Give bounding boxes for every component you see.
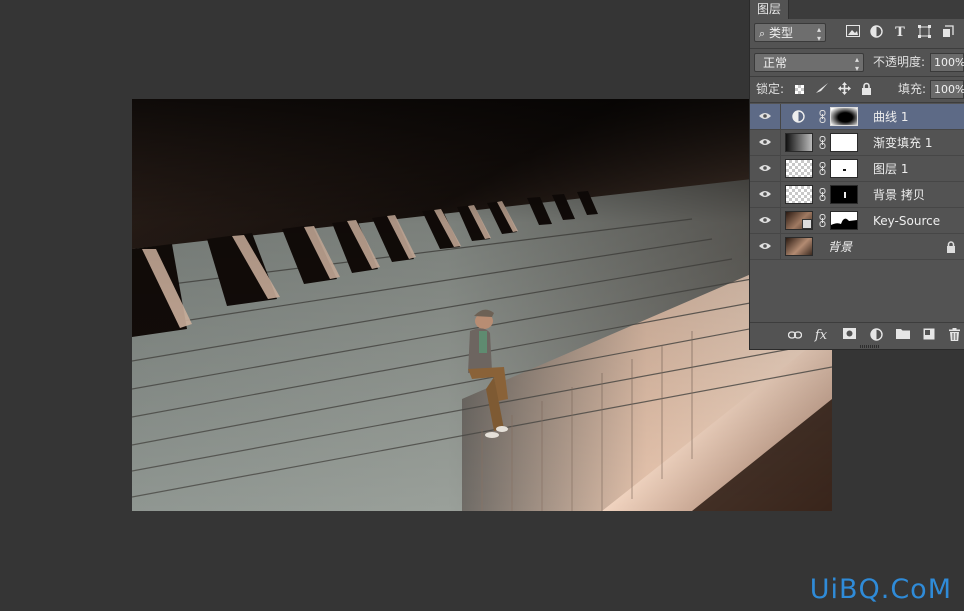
- panel-tabbar: 图层: [750, 0, 964, 19]
- layer-mask-thumbnail[interactable]: [830, 107, 858, 126]
- layer-name[interactable]: Key-Source: [873, 208, 940, 234]
- layers-panel: 图层 ⌕ 类型 ▴ ▾ T 正常 ▴ ▾ 不透明度: 100% 锁定: 填充: …: [749, 0, 964, 350]
- divider: [750, 102, 964, 103]
- document-canvas[interactable]: [132, 99, 832, 511]
- link-chain-icon[interactable]: [819, 214, 826, 227]
- layer-name[interactable]: 曲线 1: [873, 104, 908, 130]
- layer-row-gradient-fill[interactable]: 渐变填充 1: [750, 130, 964, 156]
- opacity-field[interactable]: 100%: [930, 53, 964, 72]
- layer-row-curves[interactable]: 曲线 1: [750, 104, 964, 130]
- search-icon: ⌕: [759, 27, 766, 40]
- opacity-label: 不透明度:: [873, 55, 926, 69]
- lock-all-icon[interactable]: [858, 82, 874, 98]
- layer-mask-thumbnail[interactable]: [830, 159, 858, 178]
- panel-footer: fx: [750, 322, 964, 349]
- image-filter-icon[interactable]: [845, 25, 861, 41]
- resize-grip[interactable]: [860, 345, 880, 348]
- add-mask-icon[interactable]: [841, 328, 857, 344]
- link-chain-icon[interactable]: [819, 110, 826, 123]
- link-chain-icon[interactable]: [819, 162, 826, 175]
- lock-icon: [947, 241, 955, 253]
- layer-mask-thumbnail[interactable]: [830, 185, 858, 204]
- layer-row-background[interactable]: 背景: [750, 234, 964, 260]
- lock-move-icon[interactable]: [836, 82, 852, 98]
- eye-icon: [759, 217, 771, 223]
- piano-photo: [132, 99, 832, 511]
- lock-row: 锁定: 填充: 100%: [750, 77, 964, 102]
- eye-icon: [759, 113, 771, 119]
- layer-thumbnail[interactable]: [785, 211, 813, 230]
- mask-shape: [831, 218, 857, 229]
- new-group-icon[interactable]: [895, 328, 911, 344]
- link-layers-icon[interactable]: [787, 328, 803, 344]
- layer-name[interactable]: 背景 拷贝: [873, 182, 925, 208]
- visibility-toggle[interactable]: [750, 182, 781, 208]
- layer-thumbnail[interactable]: [785, 237, 813, 256]
- eye-icon: [759, 191, 771, 197]
- layer-mask-thumbnail[interactable]: [830, 211, 858, 230]
- adjustment-filter-icon[interactable]: [868, 25, 884, 41]
- dropdown-arrows-icon: ▴ ▾: [854, 55, 859, 73]
- mask-speck: [844, 192, 846, 198]
- lock-paint-icon[interactable]: [814, 82, 830, 98]
- layer-name[interactable]: 渐变填充 1: [873, 130, 932, 156]
- filter-row: ⌕ 类型 ▴ ▾ T: [750, 22, 964, 48]
- blend-mode-dropdown[interactable]: 正常 ▴ ▾: [754, 53, 864, 73]
- blend-row: 正常 ▴ ▾ 不透明度: 100%: [750, 49, 964, 76]
- fx-icon[interactable]: fx: [813, 328, 829, 344]
- layer-row-background-copy[interactable]: 背景 拷贝: [750, 182, 964, 208]
- layer-name[interactable]: 图层 1: [873, 156, 908, 182]
- layer-thumbnail[interactable]: [785, 185, 813, 204]
- fill-field[interactable]: 100%: [930, 80, 964, 99]
- filter-type-dropdown[interactable]: ⌕ 类型 ▴ ▾: [754, 23, 826, 43]
- adjustment-layer-icon: [792, 110, 805, 126]
- dropdown-arrows-icon: ▴ ▾: [816, 25, 821, 43]
- visibility-toggle[interactable]: [750, 156, 781, 182]
- mask-speck: [843, 169, 846, 171]
- new-layer-icon[interactable]: [921, 328, 937, 344]
- delete-icon[interactable]: [946, 328, 962, 344]
- layer-row-layer-1[interactable]: 图层 1: [750, 156, 964, 182]
- layer-mask-thumbnail[interactable]: [830, 133, 858, 152]
- eye-icon: [759, 139, 771, 145]
- type-filter-icon[interactable]: T: [892, 25, 908, 41]
- watermark-logo: UiBQ.CoM: [809, 574, 952, 605]
- tab-layers[interactable]: 图层: [750, 0, 790, 19]
- smart-object-filter-icon[interactable]: [940, 25, 956, 41]
- eye-icon: [759, 243, 771, 249]
- smart-object-badge-icon: [802, 219, 812, 229]
- layer-thumbnail[interactable]: [785, 159, 813, 178]
- layer-thumbnail[interactable]: [785, 133, 813, 152]
- shape-filter-icon[interactable]: [916, 25, 932, 41]
- new-adjustment-icon[interactable]: [868, 328, 884, 344]
- visibility-toggle[interactable]: [750, 208, 781, 234]
- lock-transparent-icon[interactable]: [795, 85, 804, 94]
- link-chain-icon[interactable]: [819, 188, 826, 201]
- eye-icon: [759, 165, 771, 171]
- lock-label: 锁定:: [756, 82, 785, 96]
- layer-row-key-source[interactable]: Key-Source: [750, 208, 964, 234]
- fill-label: 填充:: [898, 82, 927, 96]
- visibility-toggle[interactable]: [750, 234, 781, 260]
- layer-name[interactable]: 背景: [828, 234, 852, 260]
- visibility-toggle[interactable]: [750, 104, 781, 130]
- visibility-toggle[interactable]: [750, 130, 781, 156]
- blend-mode-label: 正常: [763, 56, 788, 70]
- filter-type-label: 类型: [769, 26, 794, 40]
- link-chain-icon[interactable]: [819, 136, 826, 149]
- layer-list: 曲线 1 渐变填充 1 图层 1 背景 拷贝 Key-Source 背景: [750, 104, 964, 260]
